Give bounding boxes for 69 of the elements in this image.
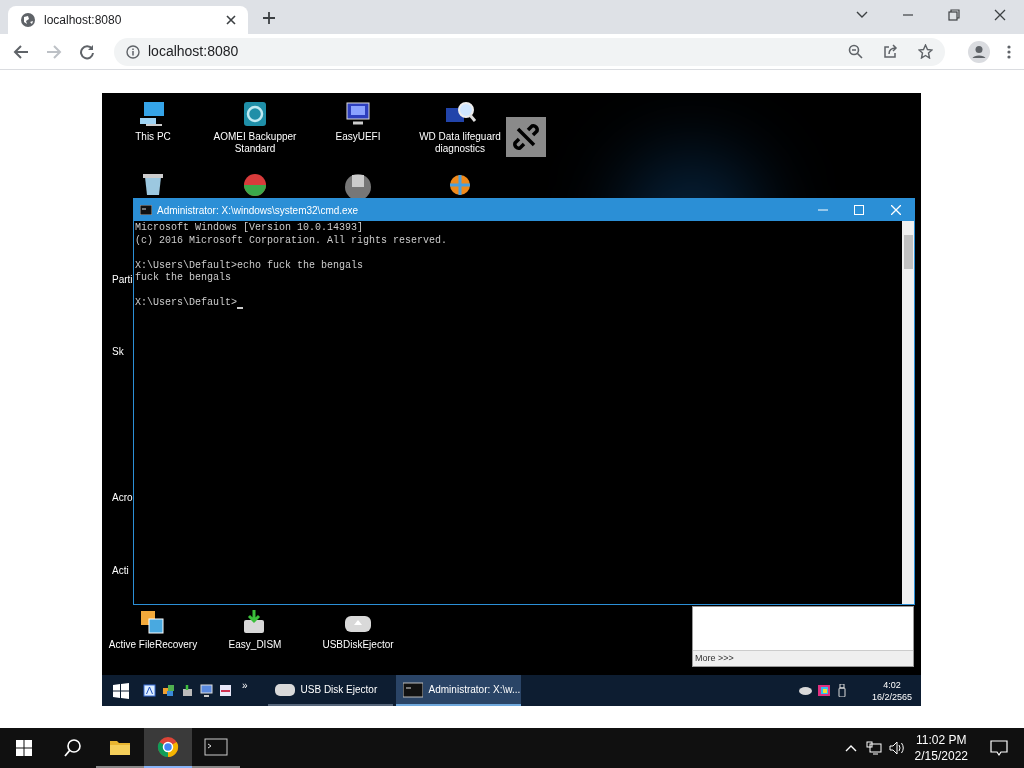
share-icon[interactable] xyxy=(883,44,898,59)
taskbar-app-button[interactable] xyxy=(144,728,192,768)
back-arrow-icon[interactable] xyxy=(13,43,29,60)
address-bar[interactable]: localhost:8080 xyxy=(114,37,945,66)
window-title: Administrator: X:\windows\system32\cmd.exe xyxy=(157,203,360,218)
globe-icon xyxy=(20,12,36,28)
tab-title: localhost:8080 xyxy=(44,12,123,29)
icon-label: WD Data lifeguard diagnostics xyxy=(418,131,502,155)
maximize-icon[interactable] xyxy=(854,205,864,215)
overflow-chevron[interactable]: » xyxy=(242,678,248,693)
network-icon[interactable] xyxy=(865,741,882,755)
drive-icon xyxy=(274,681,295,698)
console-line: fuck the bengals xyxy=(135,272,231,285)
icon-label: AOMEI Backupper Standard xyxy=(212,131,298,155)
icon-label: USBDiskEjector xyxy=(322,639,394,651)
console-icon xyxy=(402,681,423,698)
broken-link-icon xyxy=(506,117,546,157)
icon-label: This PC xyxy=(135,131,171,143)
quick-launch-icon[interactable] xyxy=(200,684,213,697)
cloud-icon[interactable] xyxy=(798,686,812,695)
zoom-icon[interactable] xyxy=(848,44,863,59)
console-line: X:\Users\Default> xyxy=(135,297,238,310)
chevron-up-icon[interactable] xyxy=(844,744,857,752)
icon-label: Sk xyxy=(112,345,124,359)
icon-label: Acro xyxy=(112,491,133,505)
color-display-icon[interactable] xyxy=(817,685,830,696)
desktop-app-icon[interactable] xyxy=(344,171,372,199)
windows-logo-icon[interactable] xyxy=(113,682,129,699)
star-icon[interactable] xyxy=(918,44,933,59)
console-icon xyxy=(204,735,228,759)
close-icon[interactable] xyxy=(994,9,1006,21)
icon-label: Acti xyxy=(112,564,129,578)
icon-label: Active FileRecovery xyxy=(108,639,198,651)
quick-launch-icon[interactable] xyxy=(219,684,232,697)
usb-drive-icon[interactable] xyxy=(837,684,846,697)
console-line: X:\Users\Default>echo fuck the bengals xyxy=(135,259,364,272)
icon-label: Easy_DISM xyxy=(228,639,282,651)
taskbar-button[interactable]: Administrator: X:\w... xyxy=(395,675,521,706)
desktop-app-icon[interactable] xyxy=(241,171,269,199)
quick-launch-icon[interactable] xyxy=(162,684,175,697)
reload-icon[interactable] xyxy=(79,43,95,60)
menu-icon[interactable] xyxy=(1007,44,1011,59)
quick-launch-icon[interactable] xyxy=(143,684,156,697)
chevron-down-icon[interactable] xyxy=(856,11,868,19)
text-cursor xyxy=(237,306,244,309)
console-line: Microsoft Windows [Version 10.0.14393] xyxy=(135,222,364,235)
taskbar-button[interactable]: USB Disk Ejector xyxy=(267,675,393,706)
quick-launch-icon[interactable] xyxy=(181,684,194,697)
icon-label: EasyUEFI xyxy=(335,131,381,143)
notification-icon[interactable] xyxy=(990,739,1008,757)
browser-icon xyxy=(156,735,180,759)
icon-label: Parti xyxy=(112,273,133,287)
clock[interactable]: 4:02 16/2/2565 xyxy=(871,678,912,703)
browser-tab[interactable]: localhost:8080 xyxy=(8,6,248,34)
new-tab-icon[interactable] xyxy=(262,11,276,25)
url-text: localhost:8080 xyxy=(148,42,240,61)
remote-desktop[interactable] xyxy=(102,93,921,706)
cmd-window[interactable] xyxy=(133,198,915,605)
clock[interactable]: 11:02 PM 2/15/2022 xyxy=(914,732,968,764)
volume-icon[interactable] xyxy=(888,741,905,755)
console-line: (c) 2016 Microsoft Corporation. All rights reserved. xyxy=(135,234,448,247)
profile-icon[interactable] xyxy=(968,40,990,63)
close-icon[interactable] xyxy=(226,15,236,25)
search-icon[interactable] xyxy=(64,739,82,757)
more-link[interactable]: More >>> xyxy=(695,651,734,666)
restore-icon[interactable] xyxy=(948,9,960,21)
console-icon xyxy=(140,205,152,215)
info-icon xyxy=(126,44,140,59)
scrollbar[interactable] xyxy=(902,221,914,604)
